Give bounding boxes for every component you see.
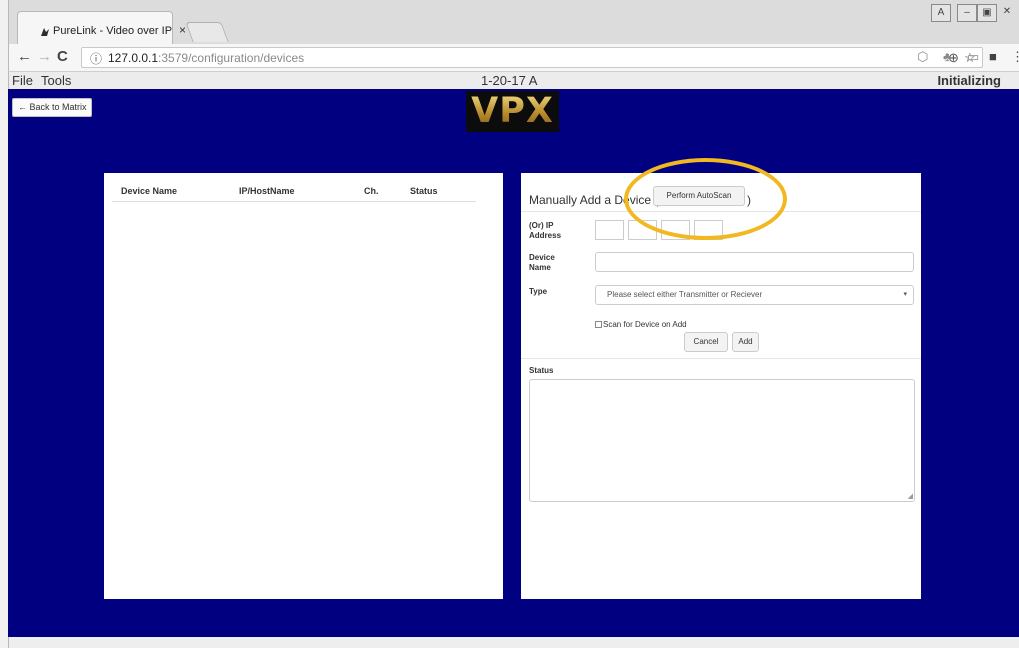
cancel-button[interactable]: Cancel [684,332,728,352]
extension-icon-1[interactable]: ⬡ [917,49,928,65]
maximize-button[interactable]: ▣ [977,4,997,22]
divider [521,358,921,359]
type-select-value: Please select either Transmitter or Reci… [607,290,763,299]
browser-menu-icon[interactable]: ⋮ [1011,49,1019,65]
dropdown-arrow-icon: ▾ [903,291,907,298]
ip-octet-1-input[interactable] [595,220,624,240]
add-button[interactable]: Add [732,332,759,352]
tab-strip: PureLink - Video over IP × A – ▣ ✕ [8,0,1019,44]
device-table-header: Device Name IP/HostName Ch. Status [104,173,503,201]
divider [112,201,476,202]
new-tab-button[interactable] [185,22,229,42]
title-close-paren: ) [747,193,751,207]
info-icon[interactable]: ⓘ [90,50,102,67]
firmware-version: 1-20-17 A [481,73,538,88]
type-label: Type [529,287,548,296]
device-name-label-1: Device [529,253,555,262]
back-to-matrix-button[interactable]: ← Back to Matrix [12,98,92,117]
address-bar[interactable]: ⓘ 127.0.0.1:3579/configuration/devices ⊕… [81,47,983,68]
divider [521,211,921,212]
back-arrow-icon[interactable]: ← [17,48,32,65]
tab-close-icon[interactable]: × [179,23,186,37]
app-menubar: File Tools 1-20-17 A Initializing [8,72,1019,89]
browser-window: PureLink - Video over IP × A – ▣ ✕ ← → C… [0,0,1019,648]
status-textarea[interactable]: ◢ [529,379,915,502]
system-state: Initializing [937,73,1001,88]
close-window-button[interactable]: ✕ [997,4,1017,22]
type-select[interactable]: Please select either Transmitter or Reci… [595,285,914,305]
add-device-panel: Manually Add a Device (Or Perform AutoSc… [521,173,921,599]
col-status[interactable]: Status [410,186,438,196]
ip-label-2: Address [529,231,562,240]
tab-title: PureLink - Video over IP [53,25,173,37]
col-channel[interactable]: Ch. [364,186,379,196]
menu-file[interactable]: File [12,73,33,88]
scan-on-add-checkbox[interactable] [595,321,602,328]
url-path: :3579/configuration/devices [158,51,305,65]
ip-octet-4-input[interactable] [694,220,723,240]
profile-button[interactable]: A [931,4,951,22]
reload-icon[interactable]: C [57,48,68,65]
menu-tools[interactable]: Tools [41,73,71,88]
resize-grip-icon[interactable]: ◢ [908,492,913,500]
url-text: 127.0.0.1:3579/configuration/devices [108,51,304,65]
extension-icon-3[interactable]: ▭ [967,49,979,65]
scan-on-add-label: Scan for Device on Add [603,320,687,329]
status-bar [8,637,1019,648]
add-device-title: Manually Add a Device (Or [529,193,672,207]
url-host: 127.0.0.1 [108,51,159,65]
status-label: Status [529,366,554,375]
purelink-favicon-icon [41,28,49,36]
logo-text: VPX [466,91,559,132]
ip-octet-2-input[interactable] [628,220,657,240]
perform-autoscan-button[interactable]: Perform AutoScan [653,186,745,206]
device-name-input[interactable] [595,252,914,272]
ip-label-1: (Or) IP [529,221,554,230]
col-device-name[interactable]: Device Name [121,186,177,196]
scan-on-add-row[interactable]: Scan for Device on Add [595,320,687,329]
ip-octet-3-input[interactable] [661,220,690,240]
browser-toolbar: ← → C ⓘ 127.0.0.1:3579/configuration/dev… [8,44,1019,72]
vpx-logo: VPX [466,91,559,132]
minimize-button[interactable]: – [957,4,977,22]
extension-icon-4[interactable]: ■ [989,49,997,64]
device-list-panel: Device Name IP/HostName Ch. Status [104,173,503,599]
extension-icon-2[interactable]: ♣ [943,49,952,64]
device-name-label-2: Name [529,263,551,272]
forward-arrow-icon[interactable]: → [37,48,52,65]
col-ip-hostname[interactable]: IP/HostName [239,186,295,196]
main-content: ← Back to Matrix VPX Device Name IP/Host… [8,89,1019,637]
